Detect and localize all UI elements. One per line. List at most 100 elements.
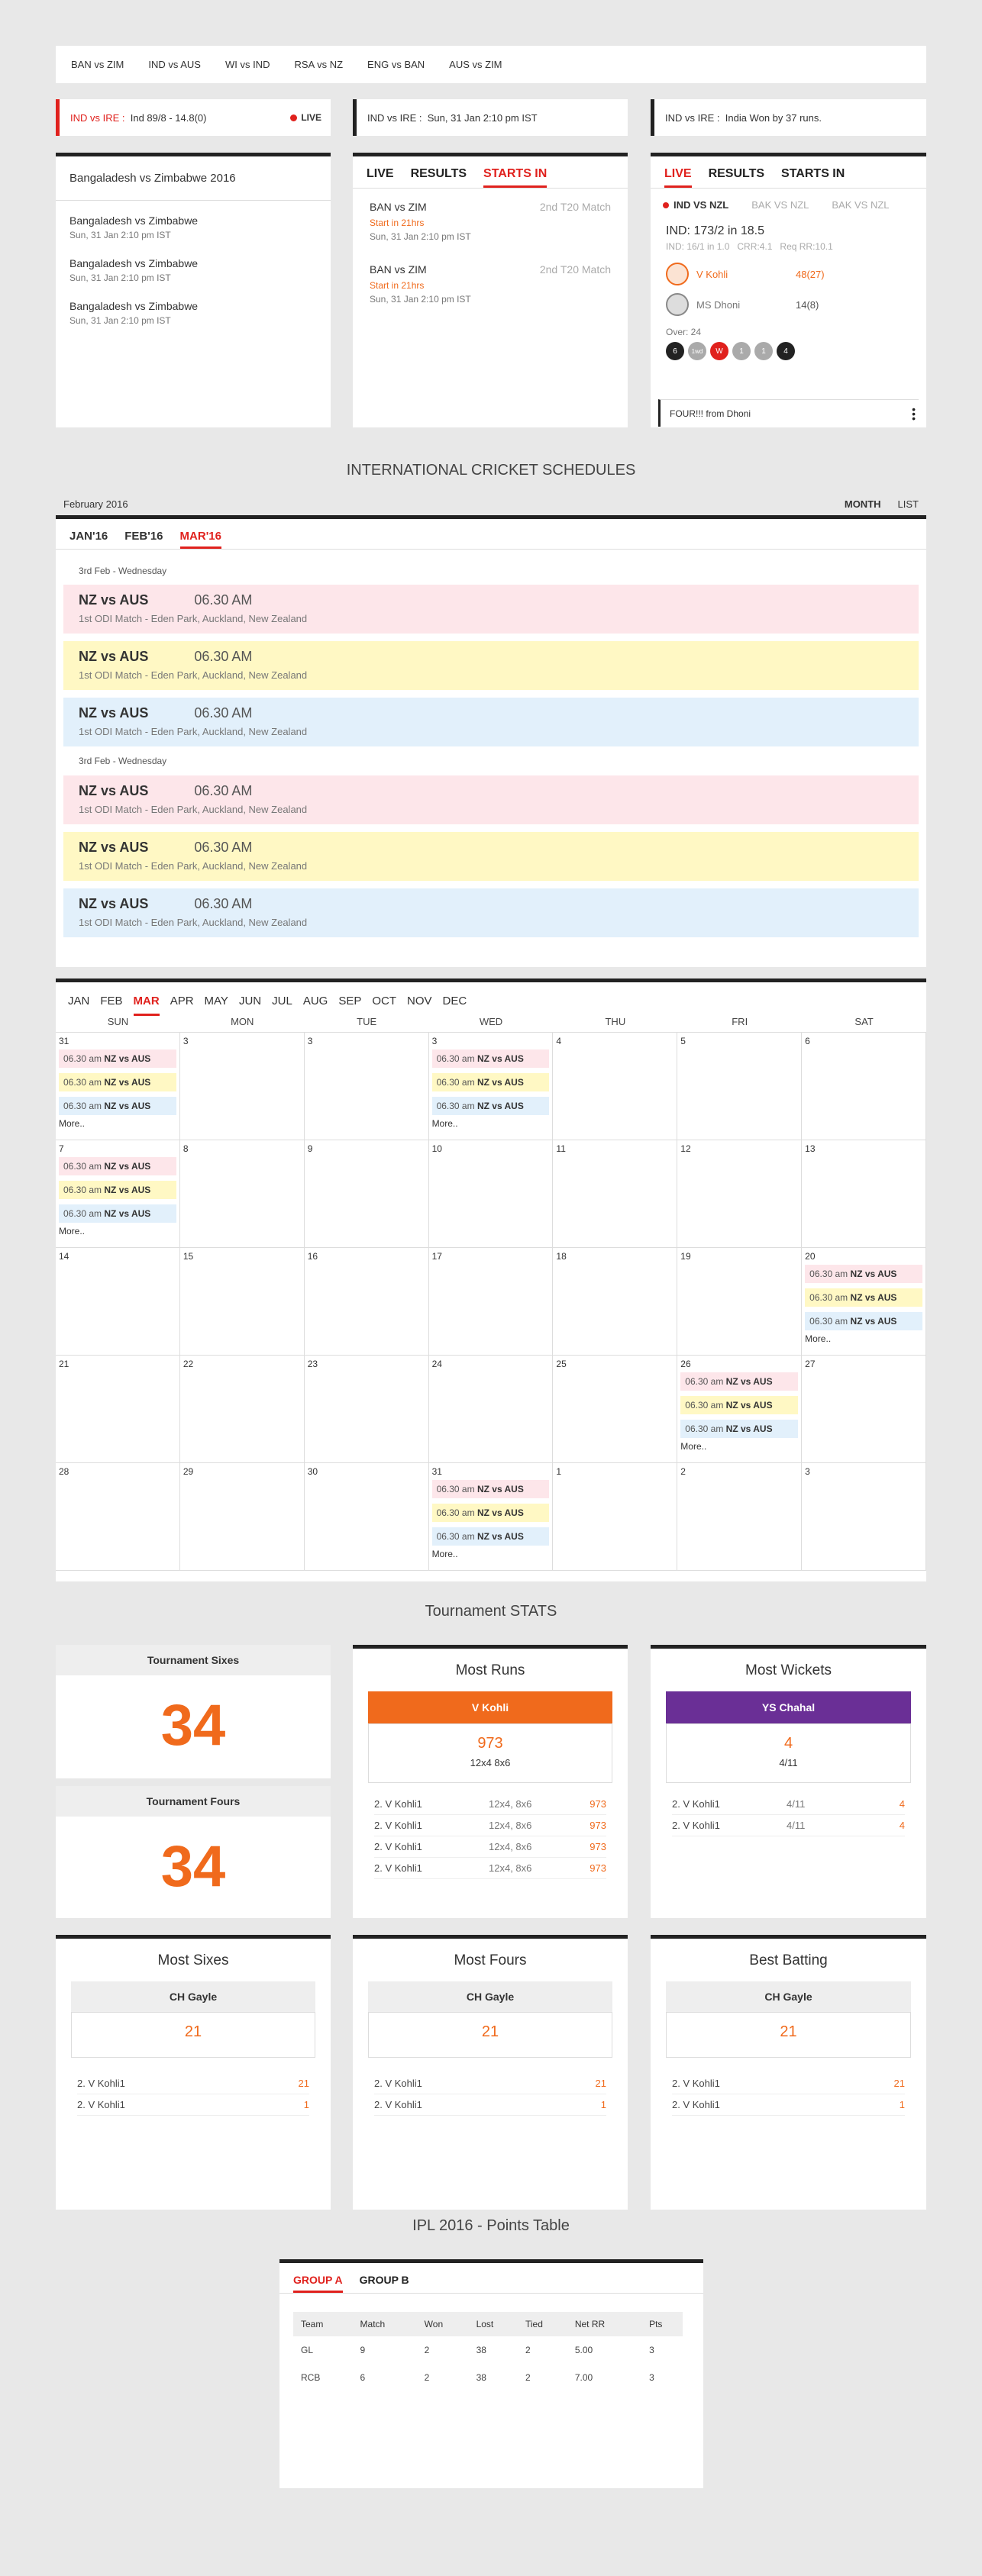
calendar-event[interactable]: 06.30 am NZ vs AUS [431, 1097, 550, 1115]
tab-results[interactable]: RESULTS [411, 167, 467, 188]
calendar-day[interactable]: 30 [304, 1463, 429, 1571]
calendar-day[interactable]: 14 [56, 1248, 180, 1356]
calendar-day[interactable]: 25 [553, 1356, 678, 1463]
calendar-day[interactable]: 1 [553, 1463, 678, 1571]
calendar-event[interactable]: 06.30 am NZ vs AUS [431, 1504, 550, 1522]
calendar-day[interactable]: 19 [677, 1248, 803, 1356]
calendar-day[interactable]: 23 [304, 1356, 429, 1463]
calendar-day[interactable]: 16 [304, 1248, 429, 1356]
tab-group-b[interactable]: GROUP B [360, 2274, 409, 2293]
match-tab[interactable]: BAK VS NZL [832, 199, 889, 211]
leader-name[interactable]: CH Gayle [71, 1981, 315, 2012]
series-item[interactable]: Bangaladesh vs Zimbabwe Sun, 31 Jan 2:10… [69, 257, 317, 283]
score-ticker[interactable]: IND vs IRE : Sun, 31 Jan 2:10 pm IST [353, 99, 628, 136]
tab-starts-in[interactable]: STARTS IN [781, 167, 845, 188]
view-month[interactable]: MONTH [845, 498, 881, 510]
calendar-event[interactable]: 06.30 am NZ vs AUS [805, 1312, 922, 1330]
calendar-month-tab[interactable]: FEB [100, 995, 122, 1016]
calendar-event[interactable]: 06.30 am NZ vs AUS [431, 1073, 550, 1091]
leader-name[interactable]: CH Gayle [368, 1981, 612, 2012]
tab-group-a[interactable]: GROUP A [293, 2274, 343, 2293]
calendar-event[interactable]: 06.30 am NZ vs AUS [59, 1204, 176, 1223]
calendar-day[interactable]: 6 [802, 1033, 926, 1140]
calendar-event[interactable]: 06.30 am NZ vs AUS [431, 1527, 550, 1546]
calendar-event[interactable]: 06.30 am NZ vs AUS [680, 1372, 799, 1391]
calendar-day[interactable]: 18 [553, 1248, 678, 1356]
more-vertical-icon[interactable]: • • • [912, 404, 916, 424]
score-ticker[interactable]: IND vs IRE : India Won by 37 runs. [651, 99, 926, 136]
calendar-event[interactable]: 06.30 am NZ vs AUS [59, 1073, 176, 1091]
more-link[interactable]: More.. [59, 1118, 176, 1129]
calendar-day[interactable]: 13 [802, 1140, 926, 1248]
calendar-day[interactable]: 24 [428, 1356, 554, 1463]
calendar-event[interactable]: 06.30 am NZ vs AUS [805, 1265, 922, 1283]
match-row[interactable]: NZ vs AUS 06.30 AM 1st ODI Match - Eden P… [63, 698, 919, 746]
calendar-day[interactable]: 31 06.30 am NZ vs AUS 06.30 am NZ vs AUS 06… [428, 1463, 554, 1571]
calendar-day[interactable]: 7 06.30 am NZ vs AUS 06.30 am NZ vs AUS 06.… [56, 1140, 180, 1248]
calendar-month-tab[interactable]: OCT [372, 995, 396, 1016]
calendar-day[interactable]: 2 [677, 1463, 803, 1571]
calendar-month-tab[interactable]: SEP [338, 995, 361, 1016]
match-row[interactable]: NZ vs AUS 06.30 AM 1st ODI Match - Eden P… [63, 775, 919, 824]
match-tab-active[interactable]: IND VS NZL [663, 199, 728, 211]
series-item[interactable]: Bangaladesh vs Zimbabwe Sun, 31 Jan 2:10… [69, 300, 317, 326]
match-link[interactable]: BAN vs ZIM [71, 59, 124, 70]
calendar-day[interactable]: 3 [802, 1463, 926, 1571]
calendar-day[interactable]: 4 [553, 1033, 678, 1140]
calendar-event[interactable]: 06.30 am NZ vs AUS [431, 1480, 550, 1498]
match-link[interactable]: WI vs IND [225, 59, 270, 70]
calendar-event[interactable]: 06.30 am NZ vs AUS [680, 1420, 799, 1438]
calendar-day[interactable]: 5 [677, 1033, 803, 1140]
calendar-day[interactable]: 3 06.30 am NZ vs AUS 06.30 am NZ vs AUS 06.… [428, 1033, 554, 1140]
match-link[interactable]: RSA vs NZ [294, 59, 343, 70]
calendar-day[interactable]: 29 [179, 1463, 305, 1571]
match-row[interactable]: NZ vs AUS 06.30 AM 1st ODI Match - Eden P… [63, 585, 919, 634]
match-link[interactable]: AUS vs ZIM [449, 59, 502, 70]
calendar-month-tab[interactable]: JUL [272, 995, 292, 1016]
calendar-day[interactable]: 3 [304, 1033, 429, 1140]
calendar-day[interactable]: 28 [56, 1463, 180, 1571]
calendar-day[interactable]: 31 06.30 am NZ vs AUS 06.30 am NZ vs AUS 06… [56, 1033, 180, 1140]
calendar-event[interactable]: 06.30 am NZ vs AUS [59, 1097, 176, 1115]
calendar-day[interactable]: 12 [677, 1140, 803, 1248]
calendar-day[interactable]: 26 06.30 am NZ vs AUS 06.30 am NZ vs AUS 06… [677, 1356, 803, 1463]
view-list[interactable]: LIST [898, 498, 919, 510]
calendar-day[interactable]: 15 [179, 1248, 305, 1356]
more-link[interactable]: More.. [680, 1441, 798, 1452]
calendar-month-tab[interactable]: JUN [239, 995, 261, 1016]
match-row[interactable]: NZ vs AUS 06.30 AM 1st ODI Match - Eden P… [63, 832, 919, 881]
more-link[interactable]: More.. [59, 1226, 176, 1236]
calendar-day[interactable]: 17 [428, 1248, 554, 1356]
calendar-event[interactable]: 06.30 am NZ vs AUS [59, 1157, 176, 1175]
calendar-event[interactable]: 06.30 am NZ vs AUS [431, 1049, 550, 1068]
calendar-day[interactable]: 9 [304, 1140, 429, 1248]
more-link[interactable]: More.. [805, 1333, 922, 1344]
month-tab[interactable]: JAN'16 [69, 530, 108, 549]
calendar-event[interactable]: 06.30 am NZ vs AUS [59, 1049, 176, 1068]
leader-name[interactable]: YS Chahal [666, 1691, 911, 1723]
match-link[interactable]: ENG vs BAN [367, 59, 425, 70]
calendar-event[interactable]: 06.30 am NZ vs AUS [805, 1288, 922, 1307]
calendar-month-tab[interactable]: NOV [407, 995, 432, 1016]
upcoming-match[interactable]: BAN vs ZIM 2nd T20 Match Start in 21hrs … [370, 263, 611, 305]
calendar-day[interactable]: 20 06.30 am NZ vs AUS 06.30 am NZ vs AUS 06… [802, 1248, 926, 1356]
match-tab[interactable]: BAK VS NZL [751, 199, 809, 211]
tab-results[interactable]: RESULTS [709, 167, 764, 188]
calendar-month-tab[interactable]: MAR [133, 995, 160, 1016]
calendar-day[interactable]: 27 [802, 1356, 926, 1463]
leader-name[interactable]: V Kohli [368, 1691, 612, 1723]
calendar-day[interactable]: 21 [56, 1356, 180, 1463]
score-ticker-live[interactable]: IND vs IRE : Ind 89/8 - 14.8(0) LIVE [56, 99, 331, 136]
match-row[interactable]: NZ vs AUS 06.30 AM 1st ODI Match - Eden P… [63, 641, 919, 690]
tab-live[interactable]: LIVE [664, 167, 692, 188]
calendar-event[interactable]: 06.30 am NZ vs AUS [680, 1396, 799, 1414]
tab-live[interactable]: LIVE [367, 167, 394, 188]
more-link[interactable]: More.. [432, 1118, 550, 1129]
leader-name[interactable]: CH Gayle [666, 1981, 911, 2012]
more-link[interactable]: More.. [432, 1549, 550, 1559]
series-item[interactable]: Bangaladesh vs Zimbabwe Sun, 31 Jan 2:10… [69, 214, 317, 240]
month-tab[interactable]: MAR'16 [179, 530, 221, 549]
calendar-day[interactable]: 11 [553, 1140, 678, 1248]
calendar-month-tab[interactable]: AUG [303, 995, 328, 1016]
match-row[interactable]: NZ vs AUS 06.30 AM 1st ODI Match - Eden P… [63, 888, 919, 937]
